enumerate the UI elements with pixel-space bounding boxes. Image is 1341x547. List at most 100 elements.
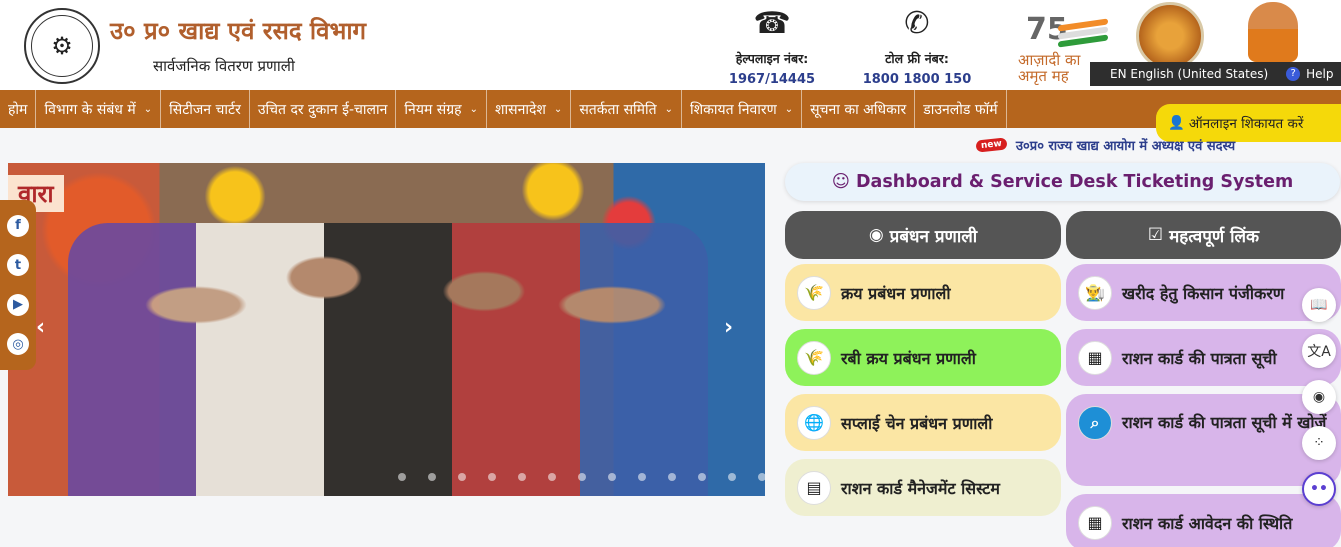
- management-heading-label: प्रबंधन प्रणाली: [889, 226, 978, 247]
- nav-item-government-orders[interactable]: शासनादेश ⌄: [487, 90, 572, 128]
- social-media-sidebar: f t ▶ ◎: [0, 200, 36, 370]
- carousel-prev-button[interactable]: ‹: [36, 315, 45, 340]
- card-label: राशन कार्ड की पात्रता सूची में खोजें: [1122, 413, 1327, 432]
- language-translator-bar[interactable]: EN English (United States) ? Help: [1090, 62, 1341, 86]
- carousel-dot[interactable]: [488, 473, 496, 481]
- carousel-dot[interactable]: [518, 473, 526, 481]
- nav-label: शासनादेश: [494, 101, 546, 118]
- important-links-heading[interactable]: ☑ महत्वपूर्ण लिंक: [1066, 211, 1341, 259]
- ration-card-icon: ▤: [797, 470, 831, 505]
- department-seal-logo: [1136, 2, 1204, 70]
- carousel-dot[interactable]: [698, 473, 706, 481]
- card-label: खरीद हेतु किसान पंजीकरण: [1122, 283, 1285, 303]
- support-agent-icon: ☺: [831, 172, 850, 192]
- chevron-down-icon: ⌄: [784, 103, 794, 115]
- nav-item-download-forms[interactable]: डाउनलोड फॉर्म: [915, 90, 1007, 128]
- card-application-status[interactable]: ▦ राशन कार्ड आवेदन की स्थिति: [1066, 494, 1341, 547]
- podcast-icon[interactable]: ◉: [1302, 380, 1336, 414]
- nav-item-home[interactable]: होम: [0, 90, 37, 128]
- card-label: सप्लाई चेन प्रबंधन प्रणाली: [841, 413, 993, 433]
- reader-book-icon[interactable]: 📖: [1302, 288, 1336, 322]
- tollfree-block: ✆ टोल फ्री नंबर: 1800 1800 150: [862, 4, 972, 87]
- carousel-dot[interactable]: [668, 473, 676, 481]
- new-badge: new: [976, 136, 1008, 152]
- carousel-dot[interactable]: [728, 473, 736, 481]
- facebook-icon[interactable]: f: [7, 214, 29, 237]
- chief-minister-photo: [1248, 2, 1298, 62]
- nav-item-citizen-charter[interactable]: सिटीजन चार्टर: [161, 90, 250, 128]
- card-supply-chain[interactable]: 🌐 सप्लाई चेन प्रबंधन प्रणाली: [785, 394, 1061, 451]
- telephone-icon: ☎: [753, 6, 791, 41]
- card-label: रबी क्रय प्रबंधन प्रणाली: [841, 348, 976, 368]
- image-carousel[interactable]: वारा ‹ ›: [8, 163, 765, 496]
- add-user-icon: 👤: [1168, 115, 1185, 131]
- up-government-emblem[interactable]: ⚙: [24, 8, 100, 84]
- help-link[interactable]: Help: [1306, 67, 1333, 81]
- card-ration-card-management[interactable]: ▤ राशन कार्ड मैनेजमेंट सिस्टम: [785, 459, 1061, 516]
- nav-label: शिकायत निवारण: [690, 101, 777, 118]
- nav-label: सूचना का अधिकार: [810, 101, 907, 118]
- wheat-icon: 🌾: [797, 340, 831, 375]
- card-label: राशन कार्ड मैनेजमेंट सिस्टम: [841, 478, 1000, 498]
- carousel-next-button[interactable]: ›: [724, 315, 733, 340]
- dashboard-ticketing-button[interactable]: ☺ Dashboard & Service Desk Ticketing Sys…: [785, 163, 1340, 201]
- tollfree-number[interactable]: 1800 1800 150: [862, 72, 972, 87]
- nav-item-about-department[interactable]: विभाग के संबंध में ⌄: [36, 90, 162, 128]
- twitter-icon[interactable]: t: [7, 254, 29, 277]
- nav-item-rules[interactable]: नियम संग्रह ⌄: [396, 90, 487, 128]
- list-document-icon: ▦: [1078, 340, 1112, 375]
- nav-item-fps-echallan[interactable]: उचित दर दुकान ई-चालान: [250, 90, 397, 128]
- card-search-eligibility-list[interactable]: ⌕ राशन कार्ड की पात्रता सूची में खोजें: [1066, 394, 1341, 486]
- help-icon[interactable]: ?: [1286, 67, 1301, 81]
- chevron-down-icon: ⌄: [469, 103, 478, 115]
- card-rabi-procurement[interactable]: 🌾 रबी क्रय प्रबंधन प्रणाली: [785, 329, 1061, 386]
- main-navigation: होम विभाग के संबंध में ⌄ सिटीजन चार्टर उच…: [0, 90, 1341, 128]
- card-label: क्रय प्रबंधन प्रणाली: [841, 283, 951, 303]
- carousel-indicators: [398, 473, 765, 481]
- nav-item-grievance-redressal[interactable]: शिकायत निवारण ⌄: [682, 90, 803, 128]
- phone-call-icon: ✆: [904, 6, 930, 41]
- site-title[interactable]: उ० प्र० खाद्य एवं रसद विभाग: [110, 14, 366, 47]
- carousel-dot[interactable]: [458, 473, 466, 481]
- news-ticker[interactable]: new उ०प्र० राज्य खाद्य आयोग में अध्यक्ष …: [976, 134, 1341, 152]
- carousel-dot[interactable]: [548, 473, 556, 481]
- flag-swoosh-icon: [1058, 18, 1108, 48]
- azadi-text-line2: अमृत मह: [1018, 67, 1069, 85]
- card-farmer-registration[interactable]: 👨‍🌾 खरीद हेतु किसान पंजीकरण: [1066, 264, 1341, 321]
- carousel-dot[interactable]: [398, 473, 406, 481]
- card-procurement-management[interactable]: 🌾 क्रय प्रबंधन प्रणाली: [785, 264, 1061, 321]
- helpline-number[interactable]: 1967/14445: [722, 72, 822, 87]
- apps-grid-icon[interactable]: ⁘: [1302, 426, 1336, 460]
- card-label: राशन कार्ड की पात्रता सूची: [1122, 348, 1277, 368]
- instagram-icon[interactable]: ◎: [7, 333, 29, 356]
- nav-item-rti[interactable]: सूचना का अधिकार: [802, 90, 916, 128]
- search-icon: ⌕: [1078, 406, 1112, 440]
- chevron-down-icon: ⌄: [553, 103, 563, 115]
- list-document-icon: ▦: [1078, 505, 1112, 540]
- check-square-icon: ☑: [1147, 225, 1164, 245]
- helpline-block: ☎ हेल्पलाइन नंबर: 1967/14445: [722, 4, 822, 87]
- tollfree-label: टोल फ्री नंबर:: [885, 51, 949, 66]
- translate-icon[interactable]: 文A: [1302, 334, 1336, 368]
- language-selector[interactable]: EN English (United States): [1110, 67, 1268, 81]
- nav-label: नियम संग्रह: [404, 101, 462, 118]
- farmer-icon: 👨‍🌾: [1078, 275, 1112, 310]
- chatbot-icon[interactable]: ••: [1302, 472, 1336, 506]
- carousel-dot[interactable]: [428, 473, 436, 481]
- carousel-dot[interactable]: [578, 473, 586, 481]
- ticker-text[interactable]: उ०प्र० राज्य खाद्य आयोग में अध्यक्ष एवं …: [1016, 139, 1235, 153]
- nav-label: उचित दर दुकान ई-चालान: [257, 101, 388, 118]
- card-eligibility-list[interactable]: ▦ राशन कार्ड की पात्रता सूची: [1066, 329, 1341, 386]
- nav-item-vigilance-committee[interactable]: सतर्कता समिति ⌄: [571, 90, 683, 128]
- chevron-down-icon: ⌄: [664, 103, 674, 115]
- links-heading-label: महत्वपूर्ण लिंक: [1169, 226, 1260, 247]
- nav-label: होम: [8, 101, 28, 118]
- card-label: राशन कार्ड आवेदन की स्थिति: [1122, 513, 1293, 533]
- carousel-dot[interactable]: [638, 473, 646, 481]
- management-system-heading[interactable]: ◉ प्रबंधन प्रणाली: [785, 211, 1061, 259]
- carousel-dot[interactable]: [608, 473, 616, 481]
- chevron-down-icon: ⌄: [143, 103, 153, 115]
- youtube-icon[interactable]: ▶: [7, 293, 29, 316]
- dashboard-label: Dashboard & Service Desk Ticketing Syste…: [856, 172, 1294, 192]
- carousel-dot[interactable]: [758, 473, 765, 481]
